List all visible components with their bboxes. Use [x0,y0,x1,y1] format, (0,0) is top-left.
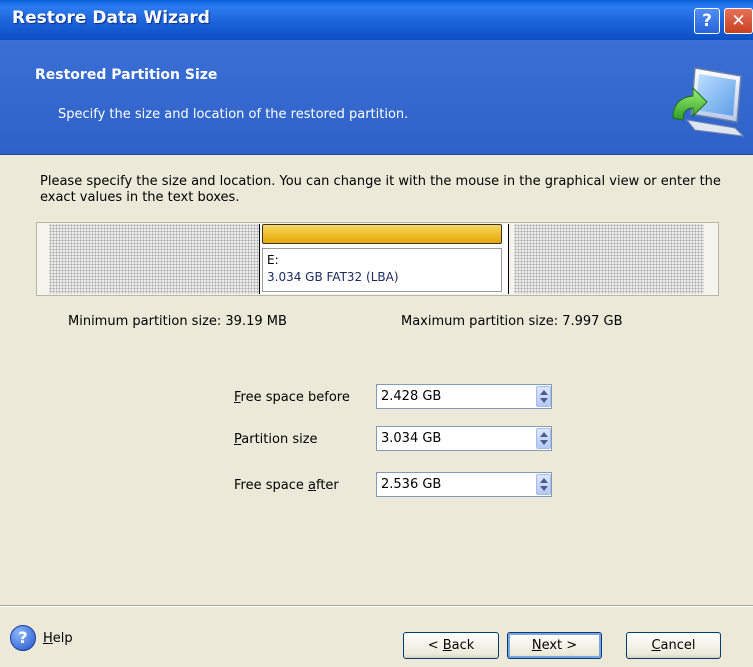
partition-letter: E: [267,253,279,267]
free-space-before-block[interactable] [49,224,259,294]
partition-block[interactable]: E: 3.034 GB FAT32 (LBA) [259,224,509,294]
spinner-icon[interactable] [536,474,551,495]
partition-details: E: 3.034 GB FAT32 (LBA) [262,248,502,292]
partition-graphical-view[interactable]: E: 3.034 GB FAT32 (LBA) [36,222,719,296]
footer-divider [0,605,753,607]
page-subtitle: Specify the size and location of the res… [58,107,409,122]
free-space-after-input[interactable] [376,472,552,497]
free-space-before-label: Free space before [234,390,350,405]
close-icon[interactable]: ✕ [724,8,753,34]
cancel-button[interactable]: Cancel [626,632,721,659]
wizard-header: Restored Partition Size Specify the size… [0,40,753,155]
partition-size-input[interactable] [376,426,552,451]
window-title: Restore Data Wizard [12,8,210,28]
next-button[interactable]: Next > [507,632,602,659]
help-icon[interactable]: ? [694,8,720,34]
back-button[interactable]: < Back [403,632,499,659]
instructions-text: Please specify the size and location. Yo… [40,174,721,205]
spinner-icon[interactable] [536,428,551,449]
help-label[interactable]: Help [43,631,73,646]
partition-bar[interactable] [262,224,502,244]
maximum-partition-size: Maximum partition size: 7.997 GB [401,314,623,329]
free-space-before-input[interactable] [376,384,552,409]
computer-restore-icon [672,67,745,137]
wizard-window: Restore Data Wizard ? ✕ Restored Partiti… [0,0,753,667]
partition-size-label: Partition size [234,432,318,447]
spinner-icon[interactable] [536,386,551,407]
partition-info: 3.034 GB FAT32 (LBA) [267,270,399,284]
free-space-after-label: Free space after [234,478,339,493]
minimum-partition-size: Minimum partition size: 39.19 MB [68,314,287,329]
title-bar[interactable]: Restore Data Wizard ? ✕ [0,0,753,40]
free-space-after-block[interactable] [514,224,704,294]
page-title: Restored Partition Size [35,67,218,83]
help-circle-icon[interactable]: ? [10,625,36,651]
wizard-content: Please specify the size and location. Yo… [0,155,753,625]
